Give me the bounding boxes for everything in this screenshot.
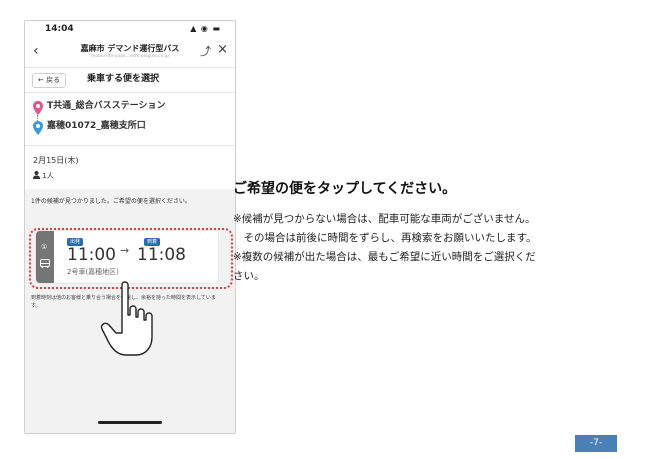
note-line: さい。 bbox=[233, 270, 265, 282]
passenger-count: 1人 bbox=[33, 171, 54, 181]
status-time: 14:04 bbox=[45, 24, 74, 34]
origin-label: T共通_総合バスステーション bbox=[47, 101, 166, 111]
note-line: ※複数の候補が出た場合は、最もご希望に近い時間をご選択くだ bbox=[233, 251, 536, 263]
share-icon[interactable]: ⤴ bbox=[200, 43, 211, 59]
origin-pin-icon bbox=[33, 101, 43, 115]
page-title: 乗車する便を選択 bbox=[87, 74, 160, 84]
tap-hand-icon bbox=[100, 281, 153, 356]
status-indicators-icon: ▲ ◉ ▬ bbox=[190, 24, 221, 33]
results-message: 1件の候補が見つかりました。ご希望の便を選択ください。 bbox=[31, 198, 191, 205]
person-icon bbox=[33, 171, 40, 179]
phone-screenshot: 14:04 ▲ ◉ ▬ ‹ 嘉麻市 デマンド運行型バス mobili-life-… bbox=[24, 20, 236, 434]
destination-label: 嘉穂01072_嘉穂支所口 bbox=[47, 121, 146, 131]
origin-stop: T共通_総合バスステーション bbox=[33, 99, 223, 123]
destination-stop: 嘉穂01072_嘉穂支所口 bbox=[33, 119, 223, 139]
route-summary: T共通_総合バスステーション 嘉穂01072_嘉穂支所口 bbox=[33, 99, 223, 139]
instruction-notes: ※候補が見つからない場合は、配車可能な車両がございません。 その場合は前後に時間… bbox=[233, 210, 643, 286]
page-header: ← 戻る 乗車する便を選択 bbox=[25, 67, 235, 93]
divider bbox=[25, 145, 235, 146]
close-icon[interactable]: × bbox=[217, 42, 228, 57]
back-button[interactable]: ← 戻る bbox=[32, 73, 67, 88]
instruction-headline: ご希望の便をタップしてください。 bbox=[233, 181, 457, 197]
home-indicator bbox=[98, 421, 162, 424]
browser-nav-bar: ‹ 嘉麻市 デマンド運行型バス mobili-life-paas...echno… bbox=[25, 39, 235, 67]
status-bar: 14:04 ▲ ◉ ▬ bbox=[25, 21, 235, 39]
note-line: ※候補が見つからない場合は、配車可能な車両がございません。 bbox=[233, 213, 536, 225]
destination-pin-icon bbox=[33, 121, 43, 135]
passenger-label: 1人 bbox=[42, 172, 54, 180]
trip-date: 2月15日(木) bbox=[33, 156, 79, 165]
page-number: -7- bbox=[575, 435, 617, 452]
note-line: その場合は前後に時間をずらし、再検索をお願いいたします。 bbox=[233, 232, 537, 244]
